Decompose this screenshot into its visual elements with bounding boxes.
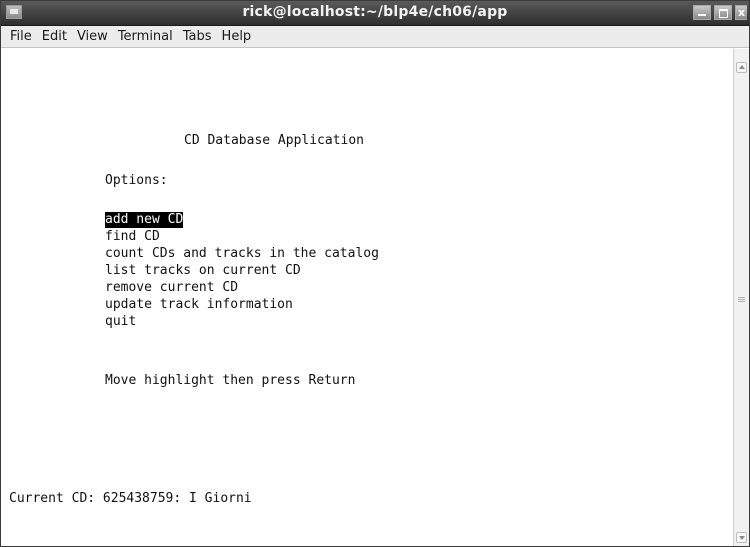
- window-title: rick@localhost:~/blp4e/ch06/app: [242, 4, 508, 20]
- menu-option-add-new-cd[interactable]: add new CD: [105, 212, 184, 228]
- menu-file[interactable]: File: [5, 29, 37, 44]
- menu-option-update-tracks[interactable]: update track information: [105, 297, 293, 313]
- terminal-window: rick@localhost:~/blp4e/ch06/app x File E…: [0, 0, 750, 547]
- menu-tabs[interactable]: Tabs: [178, 29, 217, 44]
- options-label: Options:: [105, 173, 168, 188]
- menu-view[interactable]: View: [72, 29, 113, 44]
- close-icon[interactable]: x: [735, 5, 747, 20]
- status-line: Current CD: 625438759: I Giorni: [9, 491, 252, 506]
- app-heading: CD Database Application: [184, 133, 365, 148]
- scroll-up-arrow-icon[interactable]: [736, 62, 747, 73]
- menu-edit[interactable]: Edit: [37, 29, 72, 44]
- scroll-down-arrow-icon[interactable]: [736, 532, 747, 543]
- minimize-icon[interactable]: [693, 5, 711, 20]
- menu-option-count-cds[interactable]: count CDs and tracks in the catalog: [105, 246, 379, 262]
- menu-option-remove-cd[interactable]: remove current CD: [105, 280, 238, 296]
- vertical-scrollbar[interactable]: [733, 49, 749, 546]
- menu-option-quit[interactable]: quit: [105, 314, 136, 330]
- menu-option-find-cd[interactable]: find CD: [105, 229, 160, 245]
- instruction-text: Move highlight then press Return: [105, 373, 356, 388]
- menu-terminal[interactable]: Terminal: [113, 29, 178, 44]
- menu-option-list-tracks[interactable]: list tracks on current CD: [105, 263, 301, 279]
- window-controls: x: [693, 5, 747, 20]
- title-bar[interactable]: rick@localhost:~/blp4e/ch06/app x: [1, 1, 749, 26]
- maximize-icon[interactable]: [714, 5, 732, 20]
- menu-bar: File Edit View Terminal Tabs Help: [1, 26, 749, 48]
- scrollbar-grip[interactable]: [738, 297, 745, 302]
- menu-help[interactable]: Help: [217, 29, 257, 44]
- terminal-screen[interactable]: CD Database Application Options: add new…: [1, 49, 733, 546]
